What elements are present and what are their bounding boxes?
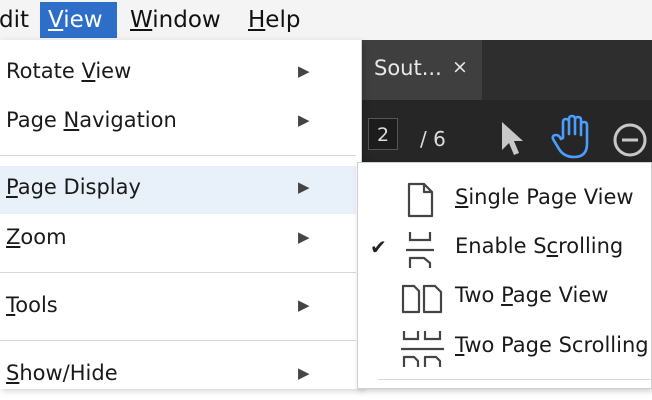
submenu-arrow-icon: ▶ bbox=[298, 364, 310, 382]
hand-tool-icon[interactable] bbox=[550, 114, 592, 164]
menu-item-label: Two Page Scrolling bbox=[455, 333, 649, 357]
submenu-arrow-icon: ▶ bbox=[298, 228, 310, 246]
menu-window-accel: W bbox=[130, 7, 153, 33]
menu-item-page-display[interactable]: Page Display ▶ bbox=[0, 166, 356, 214]
menu-item-label: Zoom bbox=[6, 225, 67, 249]
menu-separator bbox=[0, 340, 356, 341]
select-tool-icon[interactable] bbox=[498, 120, 524, 162]
menu-separator bbox=[0, 155, 356, 156]
page-display-submenu: Single Page View ✔ Enable Scrolling Two … bbox=[357, 162, 652, 389]
menu-separator bbox=[378, 379, 652, 380]
menu-item-label: Enable Scrolling bbox=[455, 234, 624, 258]
menu-item-label: Page Display bbox=[6, 175, 141, 199]
menu-view-accel: V bbox=[48, 7, 64, 33]
page-number-input[interactable]: 2 bbox=[368, 118, 398, 150]
checkmark-icon: ✔ bbox=[370, 235, 387, 259]
menu-item-show-hide[interactable]: Show/Hide ▶ bbox=[0, 352, 356, 400]
menu-item-two-page-view[interactable]: Two Page View bbox=[358, 273, 652, 321]
submenu-arrow-icon: ▶ bbox=[298, 296, 310, 314]
close-tab-icon[interactable]: × bbox=[452, 56, 468, 78]
menu-item-label: Page Navigation bbox=[6, 108, 177, 132]
submenu-arrow-icon: ▶ bbox=[298, 62, 310, 80]
menu-view-rest: iew bbox=[63, 7, 103, 33]
document-tab-title: Sout... bbox=[374, 56, 442, 80]
menu-help-rest: elp bbox=[265, 7, 301, 33]
menu-window[interactable]: Window bbox=[122, 2, 229, 38]
menu-bar: dit View Window Help bbox=[0, 0, 652, 41]
menu-item-zoom[interactable]: Zoom ▶ bbox=[0, 216, 356, 264]
menu-separator bbox=[0, 272, 356, 273]
scrolling-icon bbox=[402, 230, 438, 274]
menu-item-single-page-view[interactable]: Single Page View bbox=[358, 175, 652, 223]
document-toolbar: 2 / 6 bbox=[362, 100, 652, 162]
menu-window-rest: indow bbox=[152, 7, 221, 33]
menu-item-label: Single Page View bbox=[455, 185, 634, 209]
menu-item-page-navigation[interactable]: Page Navigation ▶ bbox=[0, 99, 356, 147]
menu-edit-label: dit bbox=[0, 7, 30, 33]
menu-help-accel: H bbox=[248, 7, 266, 33]
menu-item-two-page-scrolling[interactable]: Two Page Scrolling bbox=[358, 323, 652, 371]
page-total: / 6 bbox=[420, 127, 446, 151]
menu-item-label: Two Page View bbox=[455, 283, 609, 307]
zoom-out-icon[interactable] bbox=[612, 122, 652, 162]
menu-edit[interactable]: dit bbox=[0, 2, 37, 38]
view-menu-dropdown: Rotate View ▶ Page Navigation ▶ Page Dis… bbox=[0, 40, 362, 389]
two-page-icon bbox=[400, 279, 446, 321]
menu-item-rotate-view[interactable]: Rotate View ▶ bbox=[0, 50, 356, 98]
menu-item-enable-scrolling[interactable]: ✔ Enable Scrolling bbox=[358, 224, 652, 272]
menu-item-tools[interactable]: Tools ▶ bbox=[0, 284, 356, 332]
submenu-arrow-icon: ▶ bbox=[298, 178, 310, 196]
menu-view[interactable]: View bbox=[40, 2, 117, 38]
document-tab[interactable]: Sout... × bbox=[362, 40, 482, 100]
submenu-arrow-icon: ▶ bbox=[298, 111, 310, 129]
menu-item-label: Rotate View bbox=[6, 59, 132, 83]
two-page-scrolling-icon bbox=[400, 329, 446, 373]
menu-help[interactable]: Help bbox=[240, 2, 308, 38]
menu-item-label: Show/Hide bbox=[6, 361, 118, 385]
single-page-icon bbox=[402, 181, 438, 223]
menu-item-label: Tools bbox=[6, 293, 58, 317]
